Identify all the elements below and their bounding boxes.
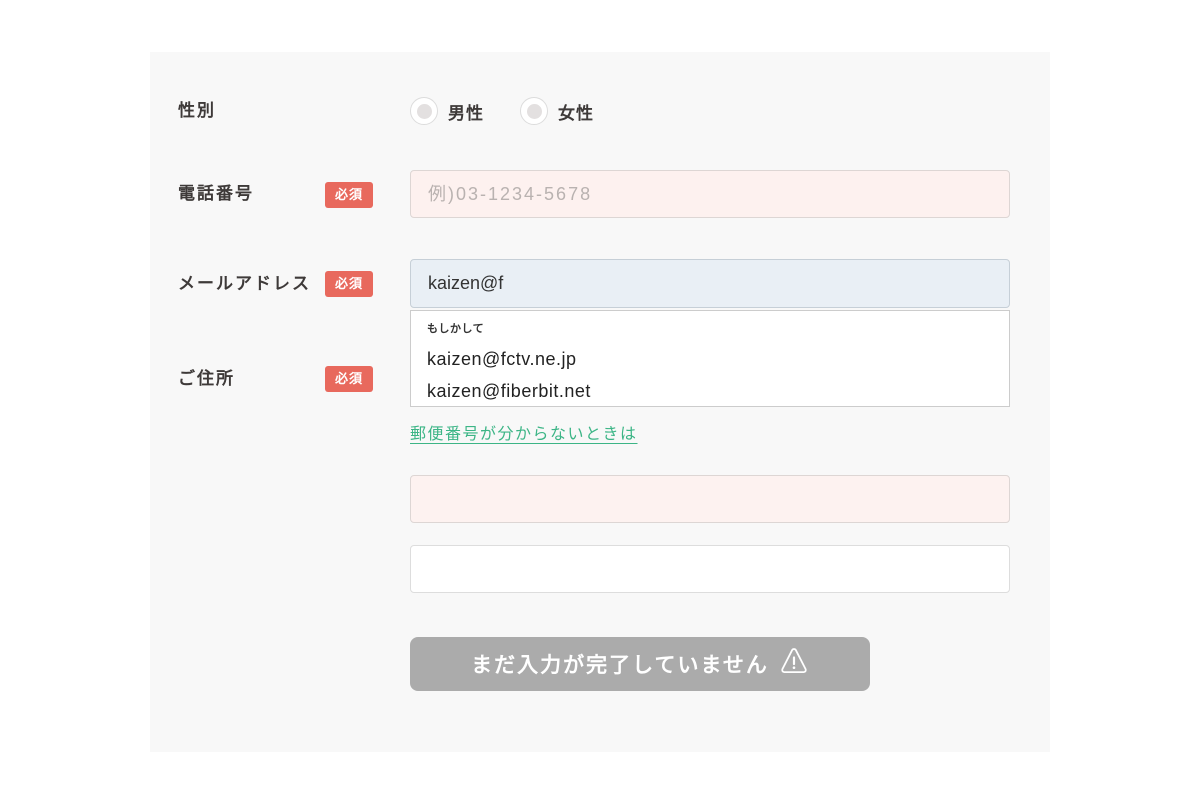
warning-icon	[779, 647, 809, 681]
radio-female-dot	[527, 104, 542, 119]
suggestion-header: もしかして	[427, 320, 993, 336]
address-required-badge: 必須	[325, 366, 373, 392]
phone-required-badge: 必須	[325, 182, 373, 208]
email-suggestion-dropdown: もしかして kaizen@fctv.ne.jp kaizen@fiberbit.…	[410, 310, 1010, 407]
radio-option-female[interactable]: 女性	[520, 97, 594, 125]
radio-female-label: 女性	[558, 99, 594, 124]
radio-option-male[interactable]: 男性	[410, 97, 484, 125]
submit-button[interactable]: まだ入力が完了していません	[410, 637, 870, 691]
suggestion-item-2[interactable]: kaizen@fiberbit.net	[427, 375, 993, 407]
radio-male-icon[interactable]	[410, 97, 438, 125]
suggestion-item-1[interactable]: kaizen@fctv.ne.jp	[427, 343, 993, 375]
address-input-2[interactable]	[410, 545, 1010, 593]
phone-label: 電話番号	[178, 182, 254, 206]
email-label: メールアドレス	[178, 272, 311, 296]
gender-label: 性別	[178, 99, 216, 123]
phone-input[interactable]	[410, 170, 1010, 218]
form-panel: 性別 男性 女性 電話番号 必須 メールアドレス 必須 もしかして kaizen…	[150, 52, 1050, 752]
email-required-badge: 必須	[325, 271, 373, 297]
address-label: ご住所	[178, 367, 235, 391]
postal-code-help-link[interactable]: 郵便番号が分からないときは	[410, 420, 638, 444]
email-input[interactable]	[410, 259, 1010, 308]
radio-female-icon[interactable]	[520, 97, 548, 125]
radio-male-label: 男性	[448, 99, 484, 124]
radio-male-dot	[417, 104, 432, 119]
address-input-1[interactable]	[410, 475, 1010, 523]
submit-button-label: まだ入力が完了していません	[471, 649, 769, 679]
